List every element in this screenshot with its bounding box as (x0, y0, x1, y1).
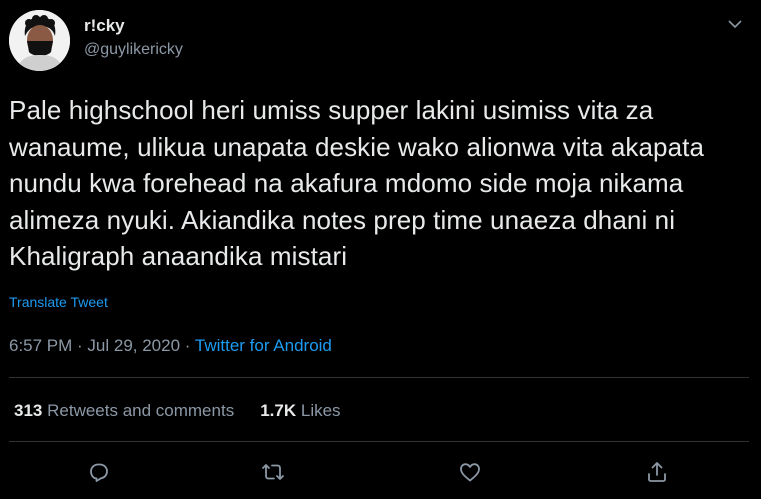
retweets-stat[interactable]: 313 Retweets and comments (14, 401, 234, 420)
retweet-icon (262, 464, 284, 480)
tweet-date[interactable]: Jul 29, 2020 (87, 336, 180, 355)
user-handle[interactable]: @guylikericky (84, 39, 183, 61)
meta-separator: · (72, 336, 88, 355)
avatar[interactable] (9, 10, 70, 71)
tweet-meta: 6:57 PM · Jul 29, 2020 · Twitter for And… (9, 336, 332, 356)
tweet-stats: 313 Retweets and comments 1.7K Likes (14, 401, 341, 421)
reply-button[interactable] (82, 455, 116, 489)
share-icon (648, 462, 666, 482)
reply-icon (90, 463, 108, 482)
divider (9, 441, 749, 442)
heart-icon (460, 463, 480, 482)
retweets-label: Retweets and comments (47, 401, 235, 420)
divider (9, 377, 749, 378)
tweet-actions (0, 455, 761, 489)
likes-count: 1.7K (260, 401, 297, 420)
likes-label: Likes (300, 401, 341, 420)
tweet-text: Pale highschool heri umiss supper lakini… (9, 95, 705, 271)
tweet-source[interactable]: Twitter for Android (195, 336, 332, 355)
like-button[interactable] (453, 455, 487, 489)
retweet-button[interactable] (256, 455, 290, 489)
display-name[interactable]: r!cky (84, 16, 183, 36)
tweet-header: r!cky @guylikericky (9, 10, 751, 72)
share-button[interactable] (640, 455, 674, 489)
meta-separator: · (180, 336, 195, 355)
tweet-time[interactable]: 6:57 PM (9, 336, 72, 355)
translate-tweet-link[interactable]: Translate Tweet (9, 294, 108, 310)
retweets-count: 313 (14, 401, 43, 420)
likes-stat[interactable]: 1.7K Likes (260, 401, 340, 420)
author-names: r!cky @guylikericky (84, 16, 183, 61)
chevron-down-icon[interactable] (727, 16, 743, 32)
